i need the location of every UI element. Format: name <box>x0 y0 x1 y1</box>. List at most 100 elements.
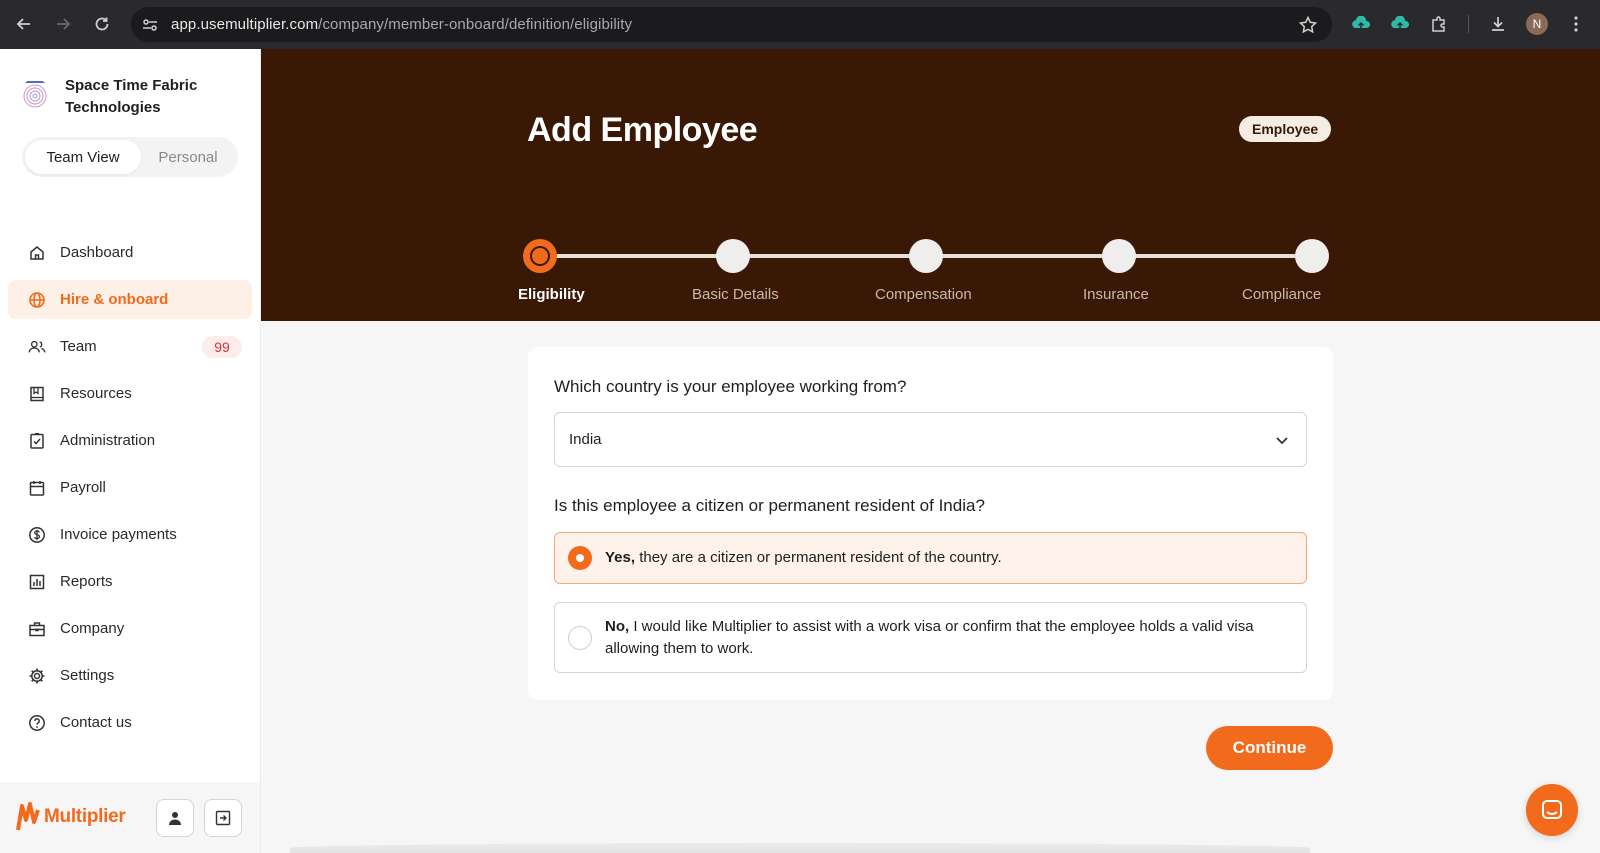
profile-avatar[interactable]: N <box>1525 12 1549 36</box>
chat-icon <box>1542 800 1562 819</box>
help-circle-icon <box>28 714 46 732</box>
sidebar-item-label: Payroll <box>60 479 106 496</box>
profile-initial: N <box>1526 13 1548 35</box>
sidebar-item-label: Company <box>60 620 125 637</box>
step-dot-insurance[interactable] <box>1102 239 1136 273</box>
page-header: Add Employee Employee Eligibility Basic … <box>261 49 1600 321</box>
user-icon <box>169 812 181 825</box>
radio-yes[interactable] <box>568 546 592 570</box>
option-no-text: No, I would like Multiplier to assist wi… <box>605 616 1285 660</box>
sidebar-item-team[interactable]: Team 99 <box>8 327 252 366</box>
team-view-toggle[interactable]: Team View <box>25 140 141 174</box>
sidebar-item-company[interactable]: Company <box>8 609 252 648</box>
back-arrow-icon[interactable] <box>12 12 36 36</box>
option-no-bold: No, <box>605 618 630 635</box>
option-no-visa[interactable]: No, I would like Multiplier to assist wi… <box>554 602 1307 673</box>
sidebar-item-resources[interactable]: Resources <box>8 374 252 413</box>
site-settings-icon[interactable] <box>141 16 159 34</box>
sidebar-item-label: Settings <box>60 667 115 684</box>
multiplier-logo-icon <box>16 802 40 831</box>
chat-launcher-button[interactable] <box>1526 784 1578 836</box>
sidebar: Space Time Fabric Technologies Team View… <box>0 49 261 853</box>
step-dot-eligibility[interactable] <box>523 239 557 273</box>
option-yes-text: Yes, they are a citizen or permanent res… <box>605 547 1002 569</box>
gear-icon <box>28 667 46 685</box>
url-host: app.usemultiplier.com <box>171 16 319 33</box>
multiplier-logo[interactable]: Multiplier <box>16 802 126 832</box>
step-label-compensation[interactable]: Compensation <box>875 286 972 303</box>
forward-arrow-icon[interactable] <box>51 12 75 36</box>
org-logo-icon <box>23 81 47 108</box>
book-icon <box>28 385 46 403</box>
personal-view-toggle[interactable]: Personal <box>141 140 235 174</box>
globe-icon <box>28 291 46 309</box>
onboarding-stepper: Eligibility Basic Details Compensation I… <box>518 189 1343 303</box>
sidebar-item-label: Dashboard <box>60 244 134 261</box>
step-label-eligibility[interactable]: Eligibility <box>518 286 585 303</box>
sidebar-item-reports[interactable]: Reports <box>8 562 252 601</box>
radio-no[interactable] <box>568 626 592 650</box>
option-yes-bold: Yes, <box>605 549 636 566</box>
eligibility-form-card: Which country is your employee working f… <box>528 347 1333 700</box>
people-icon <box>28 338 46 356</box>
reload-icon[interactable] <box>90 12 114 36</box>
url-path: /company/member-onboard/definition/eligi… <box>318 16 633 33</box>
download-icon[interactable] <box>1486 12 1510 36</box>
sidebar-item-label: Team <box>60 338 97 355</box>
star-icon[interactable] <box>1298 15 1318 35</box>
chevron-down-icon <box>1276 437 1288 445</box>
toolbar-separator <box>1468 15 1469 33</box>
country-select[interactable]: India <box>554 412 1307 467</box>
sidebar-item-label: Administration <box>60 432 156 449</box>
address-bar[interactable]: app.usemultiplier.com/company/member-onb… <box>131 7 1332 42</box>
account-button[interactable] <box>156 799 194 837</box>
step-label-compliance[interactable]: Compliance <box>1242 286 1321 303</box>
country-question: Which country is your employee working f… <box>554 377 907 396</box>
sidebar-item-label: Reports <box>60 573 113 590</box>
citizen-question: Is this employee a citizen or permanent … <box>554 496 985 515</box>
sidebar-item-contact-us[interactable]: Contact us <box>8 703 252 742</box>
building-icon <box>28 620 46 638</box>
sidebar-item-payroll[interactable]: Payroll <box>8 468 252 507</box>
team-count-badge: 99 <box>202 336 242 358</box>
step-label-basic-details[interactable]: Basic Details <box>692 286 779 303</box>
view-toggle: Team View Personal <box>22 137 238 177</box>
org-name: Space Time Fabric Technologies <box>65 77 198 116</box>
page-bottom-edge <box>290 843 1310 853</box>
home-icon <box>28 244 46 262</box>
sidebar-item-administration[interactable]: Administration <box>8 421 252 460</box>
sidebar-item-label: Resources <box>60 385 132 402</box>
step-dot-compensation[interactable] <box>909 239 943 273</box>
browser-toolbar: app.usemultiplier.com/company/member-onb… <box>0 0 1600 49</box>
option-yes-desc: they are a citizen or permanent resident… <box>635 549 1002 566</box>
option-no-desc: I would like Multiplier to assist with a… <box>605 618 1254 657</box>
dollar-circle-icon <box>28 526 46 544</box>
sidebar-item-label: Hire & onboard <box>60 291 169 308</box>
country-select-value: India <box>569 431 602 448</box>
extension-cloud-icon[interactable] <box>1349 12 1373 36</box>
sidebar-nav: Dashboard Hire & onboard Team 99 Resourc… <box>8 233 252 750</box>
step-dot-compliance[interactable] <box>1295 239 1329 273</box>
brand-name: Multiplier <box>44 806 126 827</box>
sidebar-item-dashboard[interactable]: Dashboard <box>8 233 252 272</box>
clipboard-check-icon <box>28 432 46 450</box>
option-yes-citizen[interactable]: Yes, they are a citizen or permanent res… <box>554 532 1307 584</box>
extensions-puzzle-icon[interactable] <box>1427 12 1451 36</box>
sidebar-item-invoice-payments[interactable]: Invoice payments <box>8 515 252 554</box>
extension-cloud-icon-2[interactable] <box>1388 12 1412 36</box>
more-vertical-icon[interactable] <box>1564 12 1588 36</box>
logout-button[interactable] <box>204 799 242 837</box>
step-dot-basic-details[interactable] <box>716 239 750 273</box>
sidebar-item-settings[interactable]: Settings <box>8 656 252 695</box>
sidebar-item-label: Invoice payments <box>60 526 177 543</box>
bar-chart-icon <box>28 573 46 591</box>
step-label-insurance[interactable]: Insurance <box>1083 286 1149 303</box>
org-header[interactable]: Space Time Fabric Technologies <box>20 75 215 119</box>
role-badge: Employee <box>1239 116 1332 142</box>
calendar-icon <box>28 479 46 497</box>
url-text: app.usemultiplier.com/company/member-onb… <box>171 16 632 33</box>
continue-button[interactable]: Continue <box>1206 726 1333 770</box>
sidebar-item-hire-onboard[interactable]: Hire & onboard <box>8 280 252 319</box>
page-title: Add Employee <box>527 111 758 149</box>
logout-icon <box>215 810 231 826</box>
